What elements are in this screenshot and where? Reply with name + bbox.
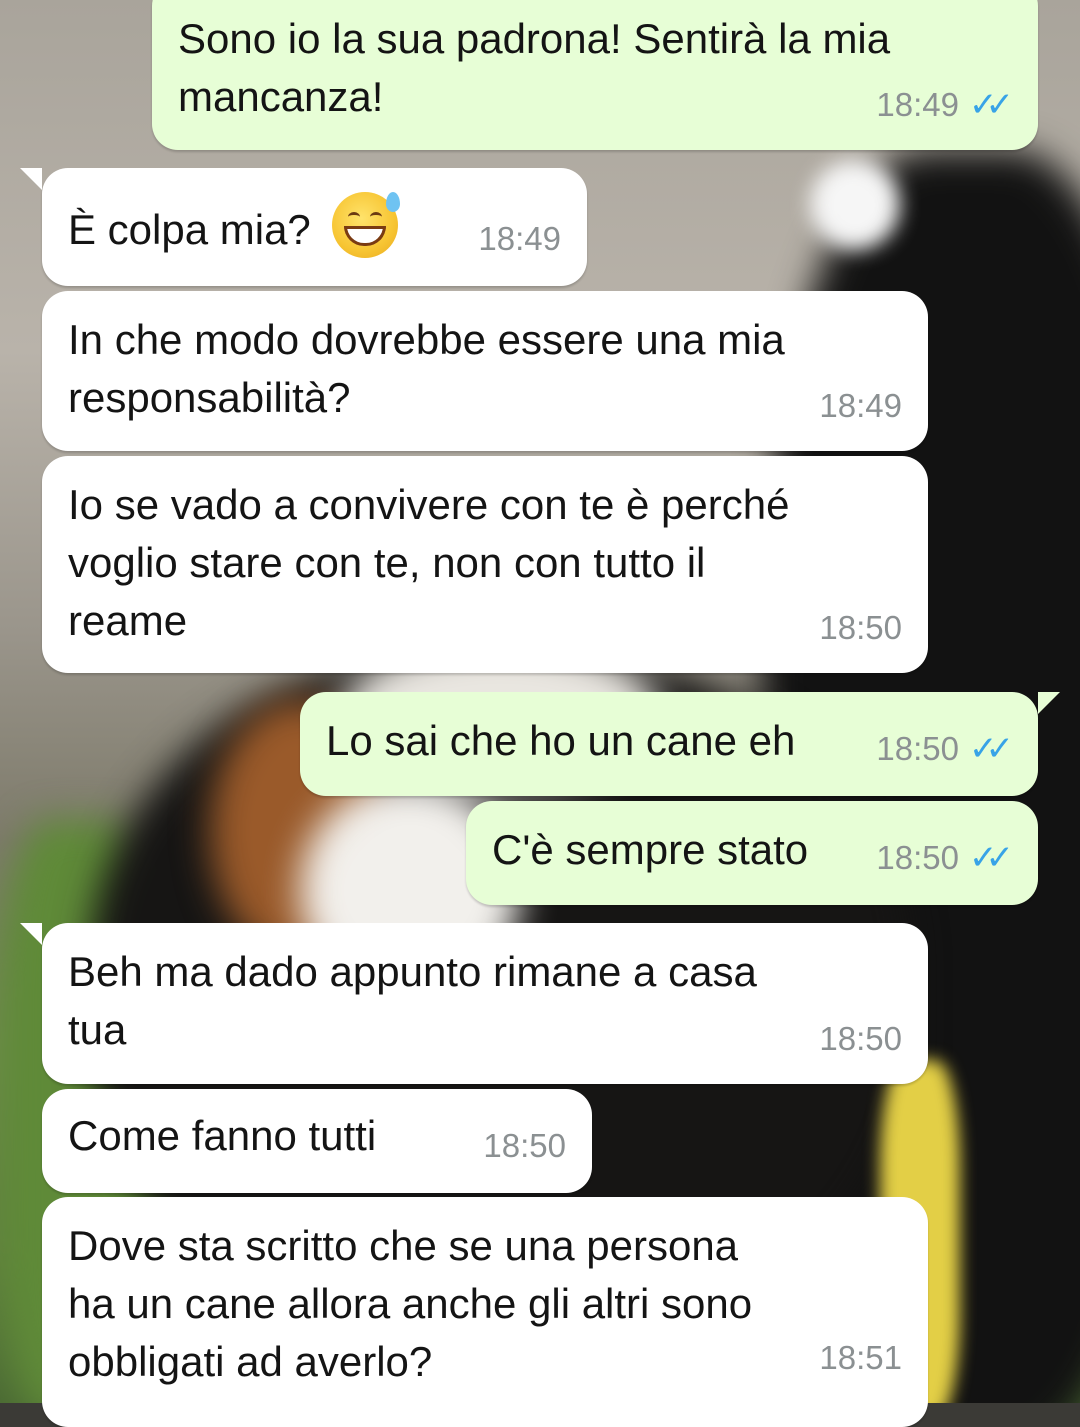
double-check-icon: ✓✓ — [969, 839, 1014, 877]
message-meta: 18:49 — [478, 210, 561, 268]
message-bubble-incoming[interactable]: In che modo dovrebbe essere una mia resp… — [42, 291, 928, 451]
message-time: 18:50 — [876, 839, 960, 876]
message-bubble-outgoing[interactable]: C'è sempre stato 18:50 ✓✓ — [466, 801, 1038, 905]
double-check-icon: ✓✓ — [969, 86, 1014, 124]
message-time: 18:50 — [876, 730, 960, 767]
message-time: 18:50 — [819, 1020, 902, 1057]
message-meta: 18:50 ✓✓ — [876, 720, 1014, 778]
message-bubble-outgoing[interactable]: Sono io la sua padrona! Sentirà la mia m… — [152, 0, 1038, 150]
message-time: 18:49 — [478, 220, 561, 257]
message-bubble-incoming[interactable]: È colpa mia? 18:49 — [20, 168, 587, 286]
message-time: 18:50 — [483, 1127, 566, 1164]
message-text: Beh ma dado appunto rimane a casa tua — [68, 948, 757, 1053]
double-check-icon: ✓✓ — [969, 730, 1014, 768]
message-text: Dove sta scritto che se una persona ha u… — [68, 1222, 753, 1385]
message-bubble-incoming[interactable]: Come fanno tutti 18:50 — [42, 1089, 592, 1193]
bubble-tail — [1038, 692, 1060, 714]
message-meta: 18:49 ✓✓ — [876, 76, 1014, 134]
sweat-smile-emoji-icon — [332, 192, 401, 258]
message-time: 18:49 — [876, 86, 960, 123]
message-meta: 18:49 — [819, 377, 902, 435]
message-meta: 18:50 ✓✓ — [876, 829, 1014, 887]
message-text: In che modo dovrebbe essere una mia resp… — [68, 316, 785, 421]
message-bubble-incoming[interactable]: Io se vado a convivere con te è perché v… — [42, 456, 928, 673]
message-meta: 18:51 — [819, 1329, 902, 1387]
bubble-tail — [20, 168, 42, 190]
message-bubble-incoming[interactable]: Beh ma dado appunto rimane a casa tua 18… — [20, 923, 928, 1084]
chat-message-list[interactable]: Sono io la sua padrona! Sentirà la mia m… — [0, 0, 1080, 1427]
message-text: È colpa mia? — [68, 206, 311, 253]
message-time: 18:50 — [819, 609, 902, 646]
message-text: Io se vado a convivere con te è perché v… — [68, 481, 790, 644]
message-time: 18:51 — [819, 1339, 902, 1376]
message-bubble-incoming[interactable]: Dove sta scritto che se una persona ha u… — [42, 1197, 928, 1427]
message-meta: 18:50 — [819, 1010, 902, 1068]
bubble-tail — [20, 923, 42, 945]
message-bubble-outgoing[interactable]: Lo sai che ho un cane eh 18:50 ✓✓ — [300, 692, 1060, 796]
message-meta: 18:50 — [483, 1117, 566, 1175]
message-meta: 18:50 — [819, 599, 902, 657]
message-time: 18:49 — [819, 387, 902, 424]
